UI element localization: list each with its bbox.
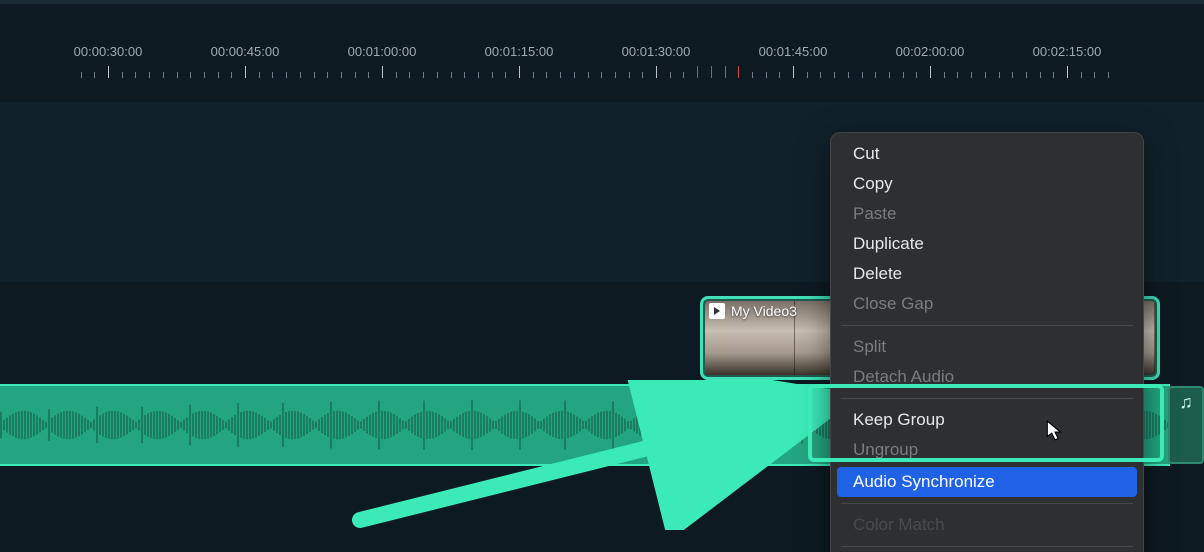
ruler-label: 00:01:45:00 <box>759 44 828 59</box>
ruler-label: 00:00:30:00 <box>74 44 143 59</box>
menu-item-cut[interactable]: Cut <box>831 139 1143 169</box>
context-menu[interactable]: CutCopyPasteDuplicateDeleteClose Gap Spli… <box>830 132 1144 552</box>
menu-separator <box>841 503 1133 504</box>
menu-separator <box>841 546 1133 547</box>
clip-title-bar: My Video3 <box>709 303 797 319</box>
ruler-label: 00:02:15:00 <box>1033 44 1102 59</box>
menu-separator <box>841 325 1133 326</box>
menu-item-copy[interactable]: Copy <box>831 169 1143 199</box>
menu-item-audio-synchronize[interactable]: Audio Synchronize <box>837 467 1137 497</box>
menu-item-detach-audio: Detach Audio <box>831 362 1143 392</box>
timeline-ruler[interactable]: 00:00:30:00 00:00:45:00 00:01:00:00 00:0… <box>0 4 1204 66</box>
menu-item-ungroup: Ungroup <box>831 435 1143 465</box>
menu-item-keep-group[interactable]: Keep Group <box>831 405 1143 435</box>
ruler-label: 00:01:15:00 <box>485 44 554 59</box>
menu-item-duplicate[interactable]: Duplicate <box>831 229 1143 259</box>
music-note-icon: ♫ <box>1179 392 1193 413</box>
menu-item-close-gap: Close Gap <box>831 289 1143 319</box>
ruler-label: 00:00:45:00 <box>211 44 280 59</box>
menu-item-color-match: Color Match <box>831 510 1143 540</box>
menu-item-paste: Paste <box>831 199 1143 229</box>
menu-separator <box>841 398 1133 399</box>
ruler-label: 00:01:00:00 <box>348 44 417 59</box>
menu-item-split: Split <box>831 332 1143 362</box>
clip-title: My Video3 <box>731 303 797 319</box>
ruler-label: 00:02:00:00 <box>896 44 965 59</box>
audio-track-tail[interactable]: ♫ <box>1168 386 1204 464</box>
menu-item-delete[interactable]: Delete <box>831 259 1143 289</box>
ruler-label: 00:01:30:00 <box>622 44 691 59</box>
play-icon <box>709 303 725 319</box>
ruler-ticks <box>0 64 1204 78</box>
